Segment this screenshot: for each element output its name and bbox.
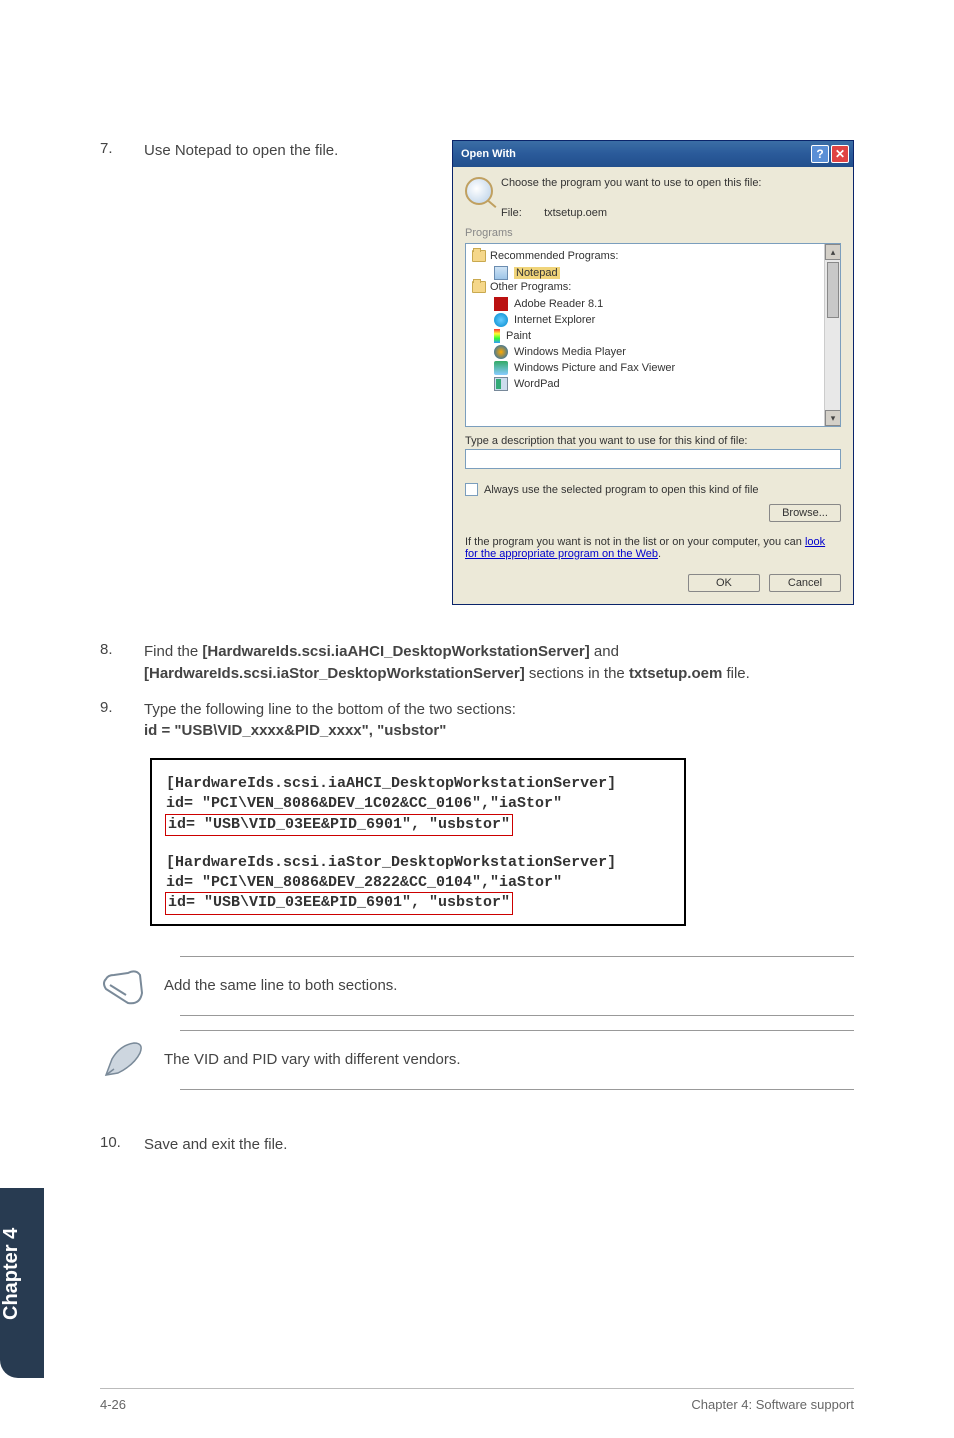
program-notepad[interactable]: Notepad [472, 265, 840, 281]
code-line: [HardwareIds.scsi.iaStor_DesktopWorkstat… [166, 853, 670, 873]
dialog-title: Open With [461, 148, 809, 160]
file-name: txtsetup.oem [544, 207, 607, 219]
program-wmp[interactable]: Windows Media Player [472, 344, 840, 360]
step-10-text: Save and exit the file. [144, 1134, 854, 1156]
scroll-down-button[interactable]: ▾ [825, 410, 841, 426]
footer: 4-26 Chapter 4: Software support [100, 1388, 854, 1412]
program-wordpad[interactable]: WordPad [472, 376, 840, 392]
adobe-icon [494, 297, 508, 311]
note-2: The VID and PID vary with different vend… [180, 1030, 854, 1090]
note-1-text: Add the same line to both sections. [164, 977, 397, 994]
code-line: id= "PCI\VEN_8086&DEV_1C02&CC_0106","iaS… [166, 794, 670, 814]
step-9-text: Type the following line to the bottom of… [144, 699, 854, 743]
ok-button[interactable]: OK [688, 574, 760, 592]
paint-icon [494, 329, 500, 343]
group-other: Other Programs: [472, 281, 840, 293]
footer-title: Chapter 4: Software support [691, 1397, 854, 1412]
program-list[interactable]: Recommended Programs: Notepad Other Prog… [465, 243, 841, 427]
hand-icon [100, 965, 146, 1007]
code-line: [HardwareIds.scsi.iaAHCI_DesktopWorkstat… [166, 774, 670, 794]
programs-label: Programs [465, 227, 841, 239]
note-1: Add the same line to both sections. [180, 956, 854, 1016]
page-number: 4-26 [100, 1397, 126, 1412]
always-checkbox[interactable] [465, 483, 478, 496]
step-7-num: 7. [100, 140, 144, 162]
chapter-tab: Chapter 4 [0, 1188, 44, 1378]
program-paint[interactable]: Paint [472, 328, 840, 344]
scroll-up-button[interactable]: ▴ [825, 244, 841, 260]
always-label: Always use the selected program to open … [484, 484, 759, 496]
ie-icon [494, 313, 508, 327]
cancel-button[interactable]: Cancel [769, 574, 841, 592]
dialog-titlebar: Open With ? ✕ [453, 141, 853, 167]
scroll-thumb[interactable] [827, 262, 839, 318]
folder-icon [472, 250, 486, 262]
type-hint: Type a description that you want to use … [465, 435, 841, 447]
program-wpfv[interactable]: Windows Picture and Fax Viewer [472, 360, 840, 376]
wpfv-icon [494, 361, 508, 375]
magnifier-icon [465, 177, 493, 205]
step-10: 10. Save and exit the file. [100, 1134, 854, 1156]
program-adobe[interactable]: Adobe Reader 8.1 [472, 296, 840, 312]
choose-text: Choose the program you want to use to op… [501, 177, 762, 189]
step-7-text: Use Notepad to open the file. [144, 140, 442, 162]
pen-icon [100, 1039, 146, 1081]
notepad-icon [494, 266, 508, 280]
wmp-icon [494, 345, 508, 359]
help-button[interactable]: ? [811, 145, 829, 163]
open-with-dialog: Open With ? ✕ Choose the program you wan… [452, 140, 854, 605]
description-input[interactable] [465, 449, 841, 469]
code-line: id= "PCI\VEN_8086&DEV_2822&CC_0104","iaS… [166, 873, 670, 893]
note-2-text: The VID and PID vary with different vend… [164, 1051, 461, 1068]
code-box: [HardwareIds.scsi.iaAHCI_DesktopWorkstat… [150, 758, 686, 926]
file-label: File: [501, 207, 541, 219]
step-8: 8. Find the [HardwareIds.scsi.iaAHCI_Des… [100, 641, 854, 685]
step-10-num: 10. [100, 1134, 144, 1156]
scrollbar[interactable]: ▴ ▾ [824, 244, 840, 426]
step-7: 7. Use Notepad to open the file. [100, 140, 442, 162]
code-line-highlight: id= "USB\VID_03EE&PID_6901", "usbstor" [166, 815, 512, 835]
group-recommended: Recommended Programs: [472, 250, 840, 262]
code-line-highlight: id= "USB\VID_03EE&PID_6901", "usbstor" [166, 893, 512, 913]
folder-icon [472, 281, 486, 293]
browse-button[interactable]: Browse... [769, 504, 841, 522]
program-ie[interactable]: Internet Explorer [472, 312, 840, 328]
step-9: 9. Type the following line to the bottom… [100, 699, 854, 743]
wordpad-icon [494, 377, 508, 391]
step-9-num: 9. [100, 699, 144, 743]
weblink-row: If the program you want is not in the li… [465, 536, 841, 560]
file-line: File: txtsetup.oem [501, 207, 841, 219]
step-8-text: Find the [HardwareIds.scsi.iaAHCI_Deskto… [144, 641, 854, 685]
step-8-num: 8. [100, 641, 144, 685]
close-button[interactable]: ✕ [831, 145, 849, 163]
